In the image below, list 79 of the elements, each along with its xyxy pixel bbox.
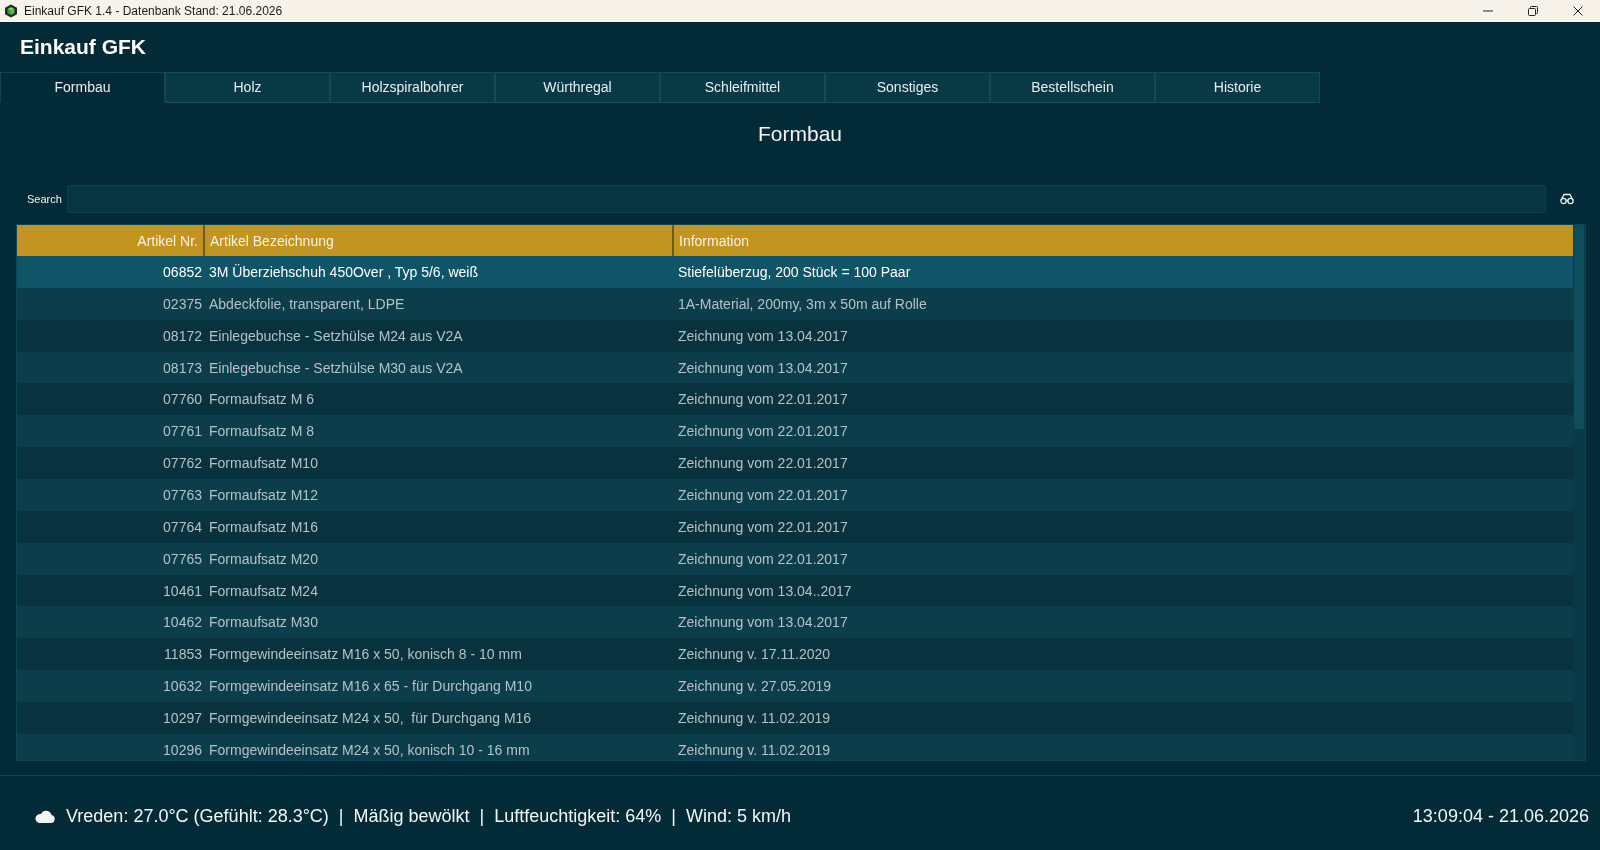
table-row[interactable]: 07761 Formaufsatz M 8 Zeichnung vom 22.01.2017 <box>17 415 1573 448</box>
table-cell-text: Formaufsatz M16 <box>208 518 318 535</box>
table-cell-text: 07765 <box>163 550 203 567</box>
binoculars-icon[interactable] <box>1560 193 1574 205</box>
tab[interactable]: Holz <box>165 72 330 103</box>
table-cell-text: Formaufsatz M 6 <box>208 391 315 408</box>
table-cell-text: 10461 <box>163 582 203 599</box>
tab[interactable]: Schleifmittel <box>660 72 825 103</box>
restore-icon <box>1527 6 1538 16</box>
search-field[interactable] <box>67 185 1546 213</box>
tab[interactable]: Sonstiges <box>825 72 990 103</box>
table-cell-text: Einlegebuchse - Setzhülse M30 aus V2A <box>208 359 463 376</box>
table-cell-text: Formaufsatz M10 <box>208 455 318 472</box>
table-cell-text: Zeichnung vom 13.04..2017 <box>677 582 852 599</box>
table-row[interactable]: 02375 Abdeckfolie, transparent, LDPE 1A-Material, 200my, 3m x 50m auf Rolle <box>17 287 1573 320</box>
table-cell-text: 07762 <box>163 455 203 472</box>
tab[interactable]: Würthregal <box>495 72 660 103</box>
search-label: Search <box>27 191 63 207</box>
tab[interactable]: Bestellschein <box>990 72 1155 103</box>
tab[interactable]: Formbau <box>0 72 165 103</box>
table-cell-text: 10296 <box>163 741 203 758</box>
app-title: Einkauf GFK <box>20 34 146 61</box>
table-cell-text: 10462 <box>163 614 203 631</box>
table-cell-text: Zeichnung vom 22.01.2017 <box>677 455 848 472</box>
table-cell-text: Zeichnung vom 13.04.2017 <box>677 359 848 376</box>
table-cell-text: 07761 <box>163 423 203 440</box>
table-cell-text: 3M Überziehschuh 450Over , Typ 5/6, weiß <box>208 263 478 280</box>
table-cell-text: Formaufsatz M 8 <box>208 423 315 440</box>
table-cell-text: Formaufsatz M12 <box>208 486 318 503</box>
table-row[interactable]: 07763 Formaufsatz M12 Zeichnung vom 22.01.2017 <box>17 479 1573 511</box>
window-title: Einkauf GFK 1.4 - Datenbank Stand: 21.06.2026 <box>24 3 283 20</box>
table-cell-text: Zeichnung vom 22.01.2017 <box>677 550 848 567</box>
table-cell-text: Stiefelüberzug, 200 Stück = 100 Paar <box>677 263 911 280</box>
table-cell-text: Formaufsatz M30 <box>208 614 318 631</box>
table-cell-text: Zeichnung vom 22.01.2017 <box>677 518 848 535</box>
scrollbar-track[interactable] <box>1573 225 1585 760</box>
table-row[interactable]: 07765 Formaufsatz M20 Zeichnung vom 22.01.2017 <box>17 542 1573 575</box>
table-cell-text: 11853 <box>164 646 203 663</box>
table-cell-text: Zeichnung v. 11.02.2019 <box>677 709 831 726</box>
table-cell-text: Abdeckfolie, transparent, LDPE <box>208 295 405 312</box>
clock-text: 13:09:04 - 21.06.2026 <box>1412 804 1589 828</box>
table-cell-text: Formaufsatz M24 <box>208 582 318 599</box>
table-cell-text: 08172 <box>163 327 203 344</box>
table-cell-text: Zeichnung vom 22.01.2017 <box>677 486 848 503</box>
table-cell-text: 06852 <box>163 263 203 280</box>
table-cell-text: Zeichnung vom 13.04.2017 <box>677 614 848 631</box>
table-row[interactable]: 10632 Formgewindeeinsatz M16 x 65 - für Durchgang M10 Zeichnung v. 27.05.2019 <box>17 670 1573 703</box>
cube-icon <box>4 4 18 18</box>
table-cell-text: 08173 <box>163 359 203 376</box>
table-cell-text: Formgewindeeinsatz M24 x 50, für Durchgang M16 <box>208 709 532 726</box>
table-cell-text: Zeichnung vom 13.04.2017 <box>677 327 848 344</box>
cloud-icon <box>34 809 55 823</box>
table-cell-text: Formgewindeeinsatz M24 x 50, konisch 10 - 16 mm <box>208 741 530 758</box>
table-row[interactable]: 08173 Einlegebuchse - Setzhülse M30 aus V2A Zeichnung vom 13.04.2017 <box>17 351 1573 384</box>
table-cell-text: Einlegebuchse - Setzhülse M24 aus V2A <box>208 327 463 344</box>
table-cell-text: Zeichnung v. 11.02.2019 <box>677 741 831 758</box>
table-row[interactable]: 10296 Formgewindeeinsatz M24 x 50, konisch 10 - 16 mm Zeichnung v. 11.02.2019 <box>17 733 1573 760</box>
table-cell-text: Formgewindeeinsatz M16 x 65 - für Durchgang M10 <box>208 678 532 695</box>
table-cell-text: 1A-Material, 200my, 3m x 50m auf Rolle <box>677 295 927 312</box>
close-icon <box>1572 6 1583 16</box>
table-row[interactable]: 10462 Formaufsatz M30 Zeichnung vom 13.04.2017 <box>17 606 1573 639</box>
table-cell-text: 10632 <box>163 678 203 695</box>
tab[interactable]: Historie <box>1155 72 1320 103</box>
table-cell-text: Formaufsatz M20 <box>208 550 318 567</box>
table-cell-text: 07763 <box>163 486 203 503</box>
table-cell-text: Zeichnung v. 27.05.2019 <box>677 678 832 695</box>
table-cell-text: Zeichnung vom 22.01.2017 <box>677 423 848 440</box>
tab[interactable]: Holzspiralbohrer <box>330 72 495 103</box>
table-cell-text: 02375 <box>163 295 203 312</box>
page-title: Formbau <box>758 122 842 145</box>
table-cell-text: Zeichnung vom 22.01.2017 <box>677 391 848 408</box>
table-row[interactable]: 06852 3M Überziehschuh 450Over , Typ 5/6, weiß Stiefelüberzug, 200 Stück = 100 Paar <box>17 256 1573 288</box>
table-cell-text: Zeichnung v. 17.11.2020 <box>677 646 831 663</box>
table-cell-text: 07764 <box>163 518 203 535</box>
scrollbar-thumb[interactable] <box>1574 225 1584 429</box>
table-cell-text: Formgewindeeinsatz M16 x 50, konisch 8 - 10 mm <box>208 646 522 663</box>
table-cell-text: 10297 <box>163 709 203 726</box>
weather-text: Vreden: 27.0°C (Gefühlt: 28.3°C) | Mäßig bewölkt | Luftfeuchtigkeit: 64% | Wind: 5 km/h <box>66 804 792 828</box>
table-cell-text: 07760 <box>163 391 203 408</box>
